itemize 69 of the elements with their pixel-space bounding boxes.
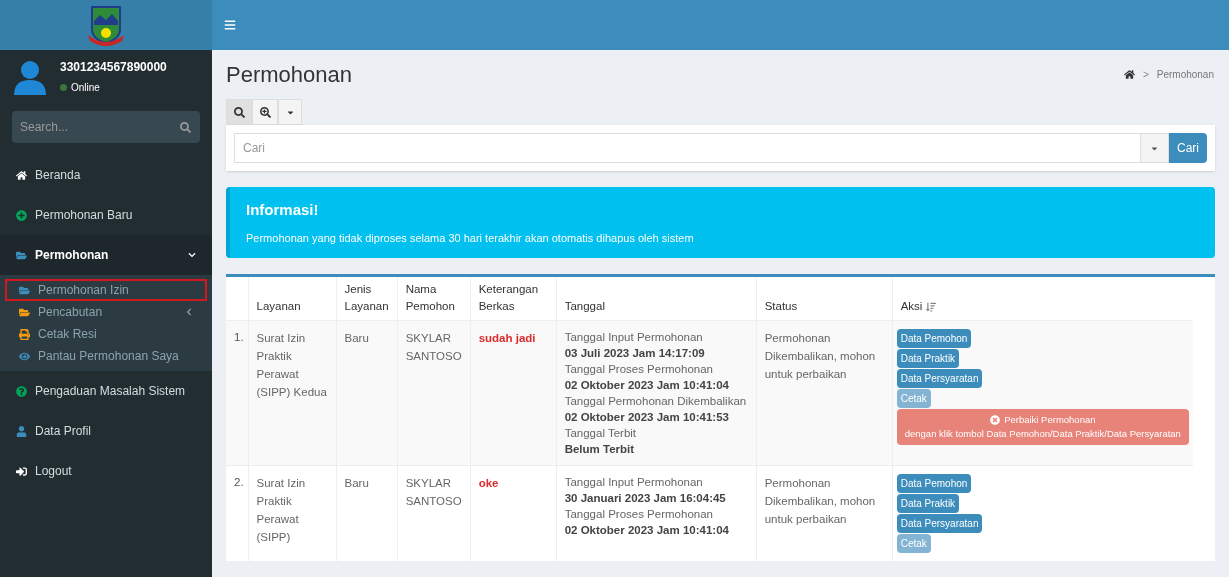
action-button[interactable]: Data Persyaratan xyxy=(896,368,983,388)
submenu-item[interactable]: Pantau Permohonan Saya xyxy=(5,345,207,367)
emblem-logo xyxy=(86,3,126,47)
info-text: Permohonan yang tidak diproses selama 30 hari terakhir akan otomatis dihapus oleh sistem xyxy=(246,230,695,246)
menu-item[interactable]: Permohonan xyxy=(0,235,212,275)
table-cell: SKYLAR SANTOSO xyxy=(397,465,471,561)
sidebar-search-field[interactable]: Search... xyxy=(12,111,170,143)
date-value: Belum Terbit xyxy=(564,441,636,457)
alert-text: dengan klik tombol Data Pemohon/Data Praktik/Data Persyaratan xyxy=(904,426,1181,441)
date-label: Tanggal Input Permohonan xyxy=(564,329,704,345)
date-value: 02 Oktober 2023 Jam 10:41:04 xyxy=(564,522,730,538)
menu-item[interactable]: Data Profil xyxy=(0,411,212,451)
table-cell: Baru xyxy=(336,465,398,561)
eye-icon xyxy=(19,350,30,362)
menu-item[interactable]: Pengaduan Masalah Sistem xyxy=(0,371,212,411)
logout-icon xyxy=(16,465,27,477)
menu-toggle-button[interactable] xyxy=(224,19,236,31)
search-mode-tab[interactable] xyxy=(226,99,252,125)
date-label: Tanggal Proses Permohonan xyxy=(564,361,714,377)
keyword-field[interactable]: Cari xyxy=(234,133,1141,163)
folder-icon xyxy=(19,284,30,296)
menu-item[interactable]: Permohonan Baru xyxy=(0,195,212,235)
printer-icon xyxy=(19,328,30,340)
breadcrumb-separator: > xyxy=(1141,68,1150,82)
avatar-icon xyxy=(12,58,48,95)
date-label: Tanggal Permohonan Dikembalikan xyxy=(564,393,748,409)
action-button[interactable]: Data Pemohon xyxy=(896,328,972,348)
action-button[interactable]: Data Praktik xyxy=(896,493,960,513)
page-title: Permohonan xyxy=(226,61,352,89)
folder-icon xyxy=(19,306,30,318)
date-value: 30 Januari 2023 Jam 16:04:45 xyxy=(564,490,727,506)
table-cell: oke xyxy=(470,465,557,561)
home-icon xyxy=(16,169,27,181)
search-icon xyxy=(179,121,191,133)
row-number: 2. xyxy=(226,465,248,561)
search-button[interactable]: Cari xyxy=(1169,133,1207,163)
submenu-item[interactable]: Cetak Resi xyxy=(5,323,207,345)
date-value: 03 Juli 2023 Jam 14:17:09 xyxy=(564,345,706,361)
date-label: Tanggal Proses Permohonan xyxy=(564,506,714,522)
date-label: Tanggal Input Permohonan xyxy=(564,474,704,490)
search-mode-tab[interactable] xyxy=(252,99,278,125)
question-icon xyxy=(16,385,27,397)
home-icon[interactable] xyxy=(1123,69,1135,80)
search-icon xyxy=(233,106,245,118)
table-cell: Permohonan Dikembalikan, mohon untuk perbaikan xyxy=(756,465,893,561)
date-value: 02 Oktober 2023 Jam 10:41:04 xyxy=(564,377,730,393)
submenu-item[interactable]: Pencabutan xyxy=(5,301,207,323)
menu-icon xyxy=(224,19,236,31)
user-icon xyxy=(16,425,27,437)
date-label: Tanggal Terbit xyxy=(564,425,638,441)
menu-item[interactable]: Logout xyxy=(0,451,212,491)
date-value: 02 Oktober 2023 Jam 10:41:53 xyxy=(564,409,730,425)
sort-icon xyxy=(926,302,937,313)
submenu-item[interactable]: Permohonan Izin xyxy=(5,279,207,301)
info-title: Informasi! xyxy=(246,200,320,220)
folder-icon xyxy=(16,249,27,261)
row-number: 1. xyxy=(226,320,248,465)
action-button[interactable]: Data Persyaratan xyxy=(896,513,983,533)
action-button[interactable]: Data Praktik xyxy=(896,348,960,368)
action-button[interactable]: Data Pemohon xyxy=(896,473,972,493)
chevron-down-icon xyxy=(188,251,196,259)
table-cell: Surat Izin Praktik Perawat (SIPP) xyxy=(248,465,336,561)
alert-title: Perbaiki Permohonan xyxy=(1004,412,1096,427)
status-text: Online xyxy=(71,81,100,95)
breadcrumb-item[interactable]: Permohonan xyxy=(1156,67,1214,82)
user-name: 3301234567890000 xyxy=(60,59,167,76)
menu-item[interactable]: Beranda xyxy=(0,155,212,195)
zoom-in-icon xyxy=(259,106,271,118)
search-button[interactable] xyxy=(170,111,200,143)
